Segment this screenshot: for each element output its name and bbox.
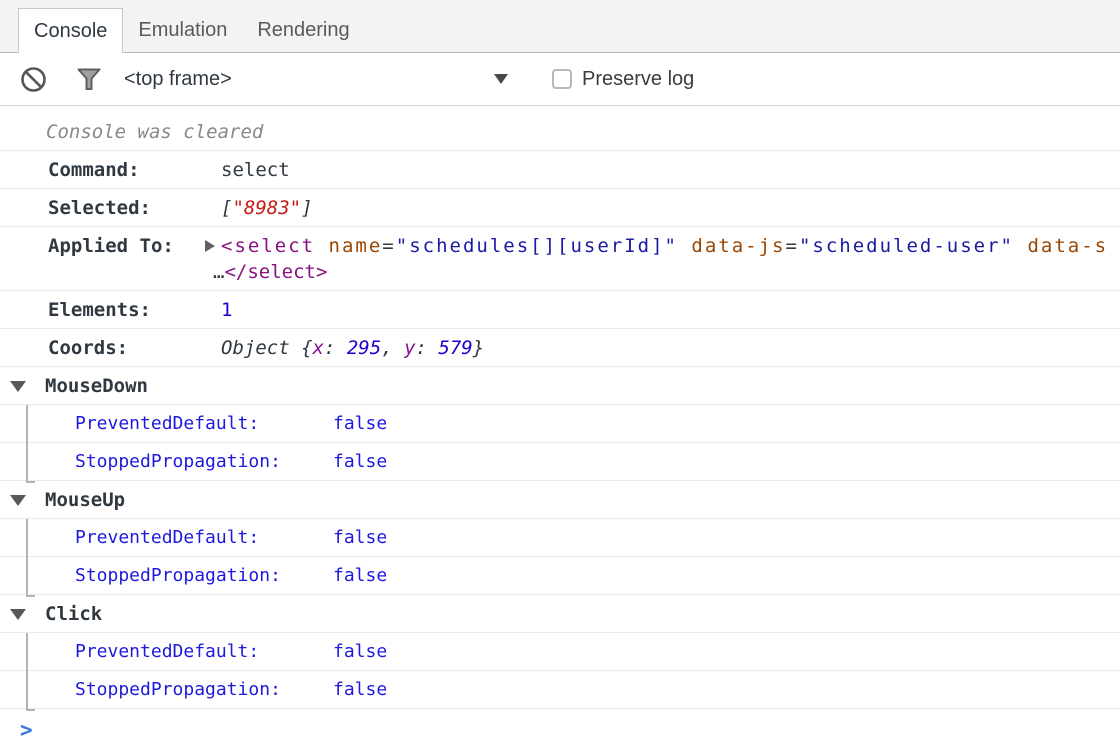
console-text-part: data-js — [691, 235, 785, 257]
console-row: PreventedDefault:false — [0, 405, 1120, 443]
console-text-part: 1 — [221, 299, 232, 321]
console-text-part: x — [313, 337, 324, 359]
console-row-label: PreventedDefault: — [75, 411, 333, 437]
frame-selector-value: <top frame> — [124, 68, 232, 91]
console-row-value: 1 — [221, 297, 232, 323]
group-indent-guide — [26, 519, 35, 597]
system-message: Console was cleared — [46, 121, 263, 143]
console-text-part — [1014, 235, 1027, 257]
collapse-triangle-icon[interactable] — [10, 609, 26, 620]
console-text-part: "8983" — [232, 197, 301, 219]
console-text-part: name — [329, 235, 383, 257]
console-row-value: false — [333, 639, 387, 665]
console-row: Elements:1 — [0, 291, 1120, 329]
console-row-value: false — [333, 677, 387, 703]
console-text-part: ] — [301, 197, 312, 219]
console-row-label: Applied To: — [48, 233, 221, 285]
console-group-label: Click — [45, 603, 102, 625]
console-group-header[interactable]: MouseDown — [0, 367, 1120, 405]
console-row: Applied To:<select name="schedules[][use… — [0, 227, 1120, 291]
console-row: StoppedPropagation:false — [0, 671, 1120, 709]
console-group-header[interactable]: MouseUp — [0, 481, 1120, 519]
preserve-log-label[interactable]: Preserve log — [582, 68, 694, 91]
console-row: Selected:["8983"] — [0, 189, 1120, 227]
drawer-tab-bar: Console Emulation Rendering — [0, 0, 1120, 53]
console-text-part: : — [324, 337, 347, 359]
console-row: StoppedPropagation:false — [0, 443, 1120, 481]
group-indent-guide — [26, 405, 35, 483]
console-text-part: select — [221, 159, 290, 181]
console-row-label: PreventedDefault: — [75, 525, 333, 551]
funnel-icon — [76, 66, 102, 92]
console-text-part: 579 — [438, 337, 472, 359]
ban-icon — [20, 66, 47, 93]
console-row: Command:select — [0, 151, 1120, 189]
console-row-label: Selected: — [48, 195, 221, 221]
console-group-label: MouseUp — [45, 489, 125, 511]
console-group-children: PreventedDefault:falseStoppedPropagation… — [0, 519, 1120, 595]
group-indent-guide — [26, 633, 35, 711]
tab-console[interactable]: Console — [18, 8, 123, 53]
console-text-part: "scheduled-user" — [799, 235, 1014, 257]
console-text-part: [ — [221, 197, 232, 219]
console-text-part: </select> — [224, 261, 327, 283]
console-row-system: Console was cleared — [0, 106, 1120, 151]
console-prompt[interactable]: > — [0, 709, 1120, 742]
console-text-part: = — [786, 235, 799, 257]
console-log: Console was clearedCommand:selectSelecte… — [0, 106, 1120, 709]
console-row: PreventedDefault:false — [0, 633, 1120, 671]
console-row-value: false — [333, 411, 387, 437]
console-row-value: false — [333, 563, 387, 589]
console-group-children: PreventedDefault:falseStoppedPropagation… — [0, 633, 1120, 709]
console-row-value: Object {x: 295, y: 579} — [221, 335, 484, 361]
console-text-part: Object { — [221, 337, 313, 359]
tab-rendering[interactable]: Rendering — [242, 8, 364, 52]
collapse-triangle-icon[interactable] — [10, 381, 26, 392]
console-row-value: ["8983"] — [221, 195, 313, 221]
console-group-header[interactable]: Click — [0, 595, 1120, 633]
console-row-value: false — [333, 449, 387, 475]
console-text-part: … — [213, 261, 224, 283]
dropdown-arrow-icon — [494, 74, 508, 84]
clear-console-button[interactable] — [20, 66, 47, 93]
preserve-log-checkbox[interactable] — [552, 69, 572, 89]
collapse-triangle-icon[interactable] — [10, 495, 26, 506]
console-row-label: StoppedPropagation: — [75, 677, 333, 703]
console-text-part: } — [473, 337, 484, 359]
console-row-label: Coords: — [48, 335, 221, 361]
console-row-value: <select name="schedules[][userId]" data-… — [221, 233, 1108, 285]
console-text-part: y — [404, 337, 415, 359]
console-row: Coords:Object {x: 295, y: 579} — [0, 329, 1120, 367]
console-text-part: "schedules[][userId]" — [396, 235, 678, 257]
element-preview-close: …</select> — [213, 259, 1108, 285]
expand-triangle-icon[interactable] — [205, 240, 215, 252]
prompt-chevron-icon: > — [20, 718, 33, 742]
console-row: StoppedPropagation:false — [0, 557, 1120, 595]
console-row-value: false — [333, 525, 387, 551]
console-row-label: StoppedPropagation: — [75, 449, 333, 475]
console-group-children: PreventedDefault:falseStoppedPropagation… — [0, 405, 1120, 481]
console-text-part: data-s — [1027, 235, 1108, 257]
console-row: PreventedDefault:false — [0, 519, 1120, 557]
filter-button[interactable] — [76, 66, 102, 92]
console-text-part — [315, 235, 328, 257]
console-row-label: PreventedDefault: — [75, 639, 333, 665]
tab-emulation[interactable]: Emulation — [123, 8, 242, 52]
console-text-part: = — [382, 235, 395, 257]
console-text-part: : — [416, 337, 439, 359]
console-text-part: 295 — [347, 337, 381, 359]
console-text-part — [678, 235, 691, 257]
console-row-label: Elements: — [48, 297, 221, 323]
console-text-part: , — [381, 337, 404, 359]
console-text-part: <select — [221, 235, 315, 257]
element-preview-open: <select name="schedules[][userId]" data-… — [221, 233, 1108, 259]
console-row-value: select — [221, 157, 290, 183]
console-toolbar: <top frame> Preserve log — [0, 53, 1120, 106]
console-row-label: Command: — [48, 157, 221, 183]
console-group-label: MouseDown — [45, 375, 148, 397]
console-row-label: StoppedPropagation: — [75, 563, 333, 589]
frame-context-selector[interactable]: <top frame> — [124, 68, 508, 91]
